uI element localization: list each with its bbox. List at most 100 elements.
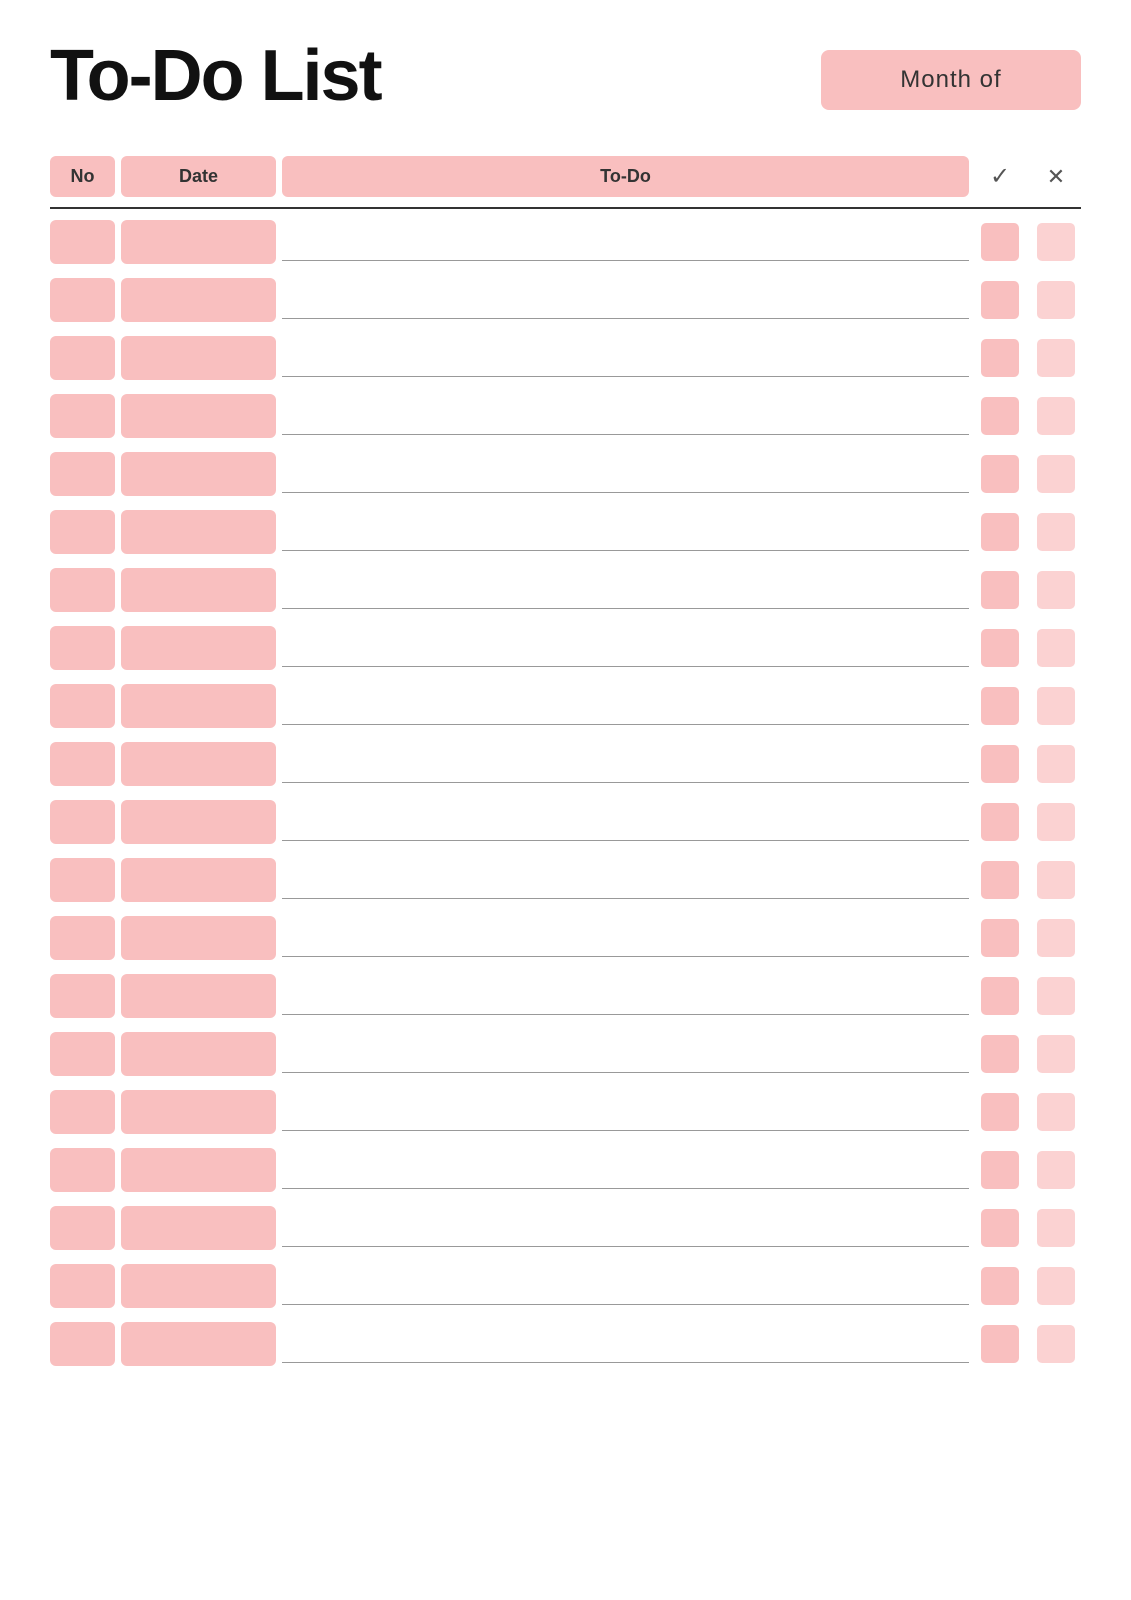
row-check-cell[interactable]: [981, 1325, 1019, 1363]
table-row[interactable]: [50, 1199, 1081, 1257]
table-row[interactable]: [50, 387, 1081, 445]
row-check-cell[interactable]: [981, 977, 1019, 1015]
row-todo-cell[interactable]: [282, 971, 969, 1021]
table-row[interactable]: [50, 329, 1081, 387]
table-row[interactable]: [50, 619, 1081, 677]
row-cross-cell[interactable]: [1037, 977, 1075, 1015]
row-check-cell[interactable]: [981, 745, 1019, 783]
row-check-cell[interactable]: [981, 571, 1019, 609]
row-todo-cell[interactable]: [282, 449, 969, 499]
row-cross-cell[interactable]: [1037, 861, 1075, 899]
row-todo-cell[interactable]: [282, 681, 969, 731]
row-cross-cell[interactable]: [1037, 745, 1075, 783]
row-check-cell[interactable]: [981, 803, 1019, 841]
row-check-cell[interactable]: [981, 397, 1019, 435]
row-check-cell[interactable]: [981, 629, 1019, 667]
row-cross-cell[interactable]: [1037, 513, 1075, 551]
row-date-cell[interactable]: [121, 684, 276, 728]
row-date-cell[interactable]: [121, 974, 276, 1018]
row-cross-cell[interactable]: [1037, 281, 1075, 319]
row-todo-cell[interactable]: [282, 1145, 969, 1195]
row-cross-cell[interactable]: [1037, 1209, 1075, 1247]
row-date-cell[interactable]: [121, 1264, 276, 1308]
row-date-cell[interactable]: [121, 394, 276, 438]
row-check-cell[interactable]: [981, 1151, 1019, 1189]
table-row[interactable]: [50, 1141, 1081, 1199]
table-row[interactable]: [50, 677, 1081, 735]
row-date-cell[interactable]: [121, 568, 276, 612]
row-date-cell[interactable]: [121, 626, 276, 670]
row-todo-cell[interactable]: [282, 507, 969, 557]
table-row[interactable]: [50, 503, 1081, 561]
table-row[interactable]: [50, 1083, 1081, 1141]
row-date-cell[interactable]: [121, 742, 276, 786]
row-check-cell[interactable]: [981, 513, 1019, 551]
row-todo-cell[interactable]: [282, 797, 969, 847]
row-cross-cell[interactable]: [1037, 687, 1075, 725]
row-todo-cell[interactable]: [282, 275, 969, 325]
row-check-cell[interactable]: [981, 1267, 1019, 1305]
row-check-cell[interactable]: [981, 1093, 1019, 1131]
row-date-cell[interactable]: [121, 220, 276, 264]
table-row[interactable]: [50, 793, 1081, 851]
row-check-cell[interactable]: [981, 281, 1019, 319]
row-todo-cell[interactable]: [282, 739, 969, 789]
row-date-cell[interactable]: [121, 916, 276, 960]
month-box[interactable]: Month of: [821, 50, 1081, 110]
table-row[interactable]: [50, 213, 1081, 271]
row-date-cell[interactable]: [121, 1322, 276, 1366]
row-todo-cell[interactable]: [282, 855, 969, 905]
row-date-cell[interactable]: [121, 1032, 276, 1076]
table-row[interactable]: [50, 1025, 1081, 1083]
row-cross-cell[interactable]: [1037, 223, 1075, 261]
row-cross-cell[interactable]: [1037, 1267, 1075, 1305]
row-cross-cell[interactable]: [1037, 571, 1075, 609]
row-todo-cell[interactable]: [282, 1261, 969, 1311]
row-todo-cell[interactable]: [282, 1319, 969, 1369]
row-date-cell[interactable]: [121, 278, 276, 322]
row-check-cell[interactable]: [981, 1035, 1019, 1073]
row-check-cell[interactable]: [981, 223, 1019, 261]
row-cross-cell[interactable]: [1037, 339, 1075, 377]
row-check-cell[interactable]: [981, 339, 1019, 377]
row-date-cell[interactable]: [121, 858, 276, 902]
row-date-cell[interactable]: [121, 1090, 276, 1134]
row-todo-cell[interactable]: [282, 217, 969, 267]
row-todo-cell[interactable]: [282, 391, 969, 441]
table-row[interactable]: [50, 1257, 1081, 1315]
row-cross-cell[interactable]: [1037, 1035, 1075, 1073]
table-row[interactable]: [50, 445, 1081, 503]
row-check-cell[interactable]: [981, 919, 1019, 957]
row-cross-cell[interactable]: [1037, 803, 1075, 841]
row-cross-cell[interactable]: [1037, 455, 1075, 493]
row-date-cell[interactable]: [121, 452, 276, 496]
row-cross-cell[interactable]: [1037, 1093, 1075, 1131]
table-row[interactable]: [50, 851, 1081, 909]
row-date-cell[interactable]: [121, 1148, 276, 1192]
row-date-cell[interactable]: [121, 336, 276, 380]
row-date-cell[interactable]: [121, 800, 276, 844]
table-row[interactable]: [50, 271, 1081, 329]
row-cross-cell[interactable]: [1037, 397, 1075, 435]
table-row[interactable]: [50, 735, 1081, 793]
table-row[interactable]: [50, 967, 1081, 1025]
row-check-cell[interactable]: [981, 455, 1019, 493]
row-cross-cell[interactable]: [1037, 1325, 1075, 1363]
row-cross-cell[interactable]: [1037, 629, 1075, 667]
row-todo-cell[interactable]: [282, 565, 969, 615]
row-cross-cell[interactable]: [1037, 919, 1075, 957]
row-todo-cell[interactable]: [282, 913, 969, 963]
row-cross-cell[interactable]: [1037, 1151, 1075, 1189]
row-check-cell[interactable]: [981, 1209, 1019, 1247]
row-check-cell[interactable]: [981, 861, 1019, 899]
table-row[interactable]: [50, 561, 1081, 619]
row-todo-cell[interactable]: [282, 1087, 969, 1137]
table-row[interactable]: [50, 1315, 1081, 1373]
table-row[interactable]: [50, 909, 1081, 967]
row-todo-cell[interactable]: [282, 333, 969, 383]
row-date-cell[interactable]: [121, 1206, 276, 1250]
row-todo-cell[interactable]: [282, 1029, 969, 1079]
row-check-cell[interactable]: [981, 687, 1019, 725]
row-todo-cell[interactable]: [282, 1203, 969, 1253]
row-date-cell[interactable]: [121, 510, 276, 554]
